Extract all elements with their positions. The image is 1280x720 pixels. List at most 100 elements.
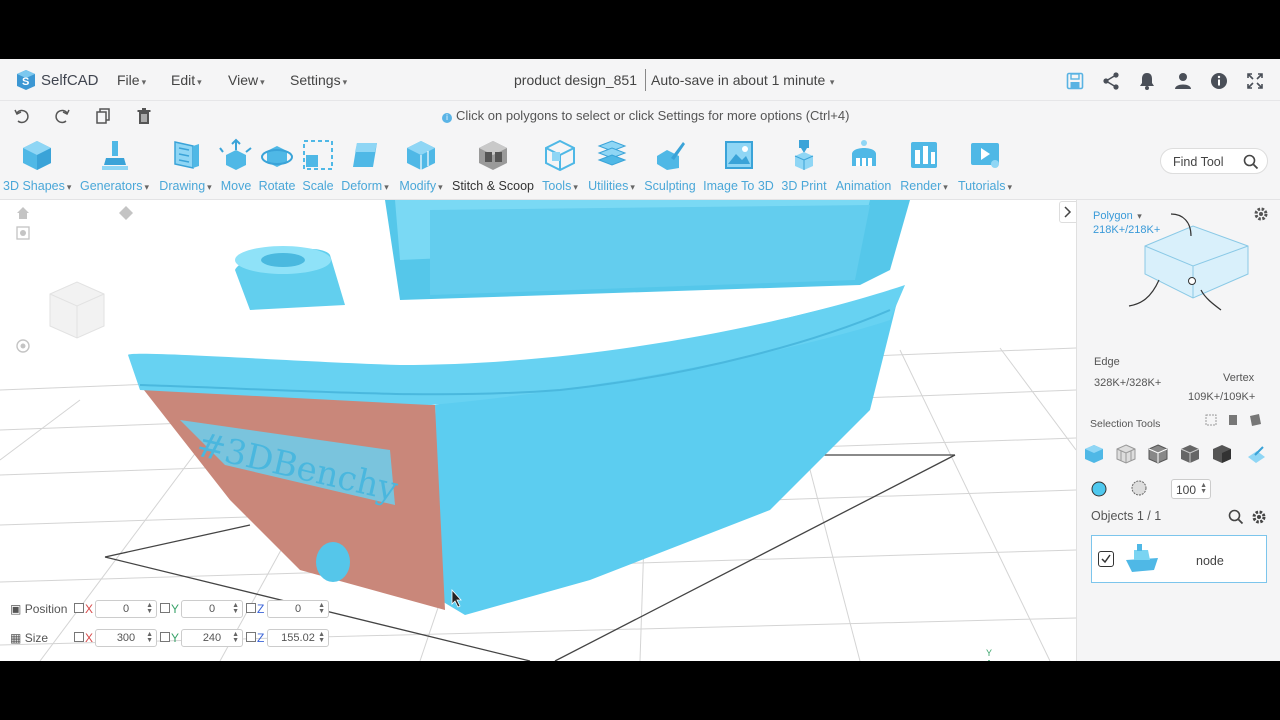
- select-edge-icon[interactable]: [1147, 443, 1169, 465]
- render-icon: [911, 142, 937, 168]
- menu-file[interactable]: File ▾: [117, 72, 146, 88]
- title-divider: [645, 69, 646, 91]
- scene-canvas[interactable]: #3DBenchy Y Z X: [0, 200, 1076, 661]
- size-x-axis: X: [85, 631, 94, 645]
- chevron-right-icon: [1064, 206, 1072, 218]
- position-y-input[interactable]: 0 ▲ ▼: [181, 600, 243, 618]
- size-y-input[interactable]: 240 ▲ ▼: [181, 629, 243, 647]
- copy-icon[interactable]: [94, 107, 112, 125]
- tool-deform[interactable]: Deform ▾: [338, 138, 392, 198]
- vertex-label: Vertex: [1223, 372, 1255, 384]
- select-vertex-icon[interactable]: [1179, 443, 1201, 465]
- brush-pattern-icon[interactable]: [1130, 479, 1148, 497]
- help-info-icon[interactable]: [1209, 71, 1229, 91]
- redo-icon[interactable]: [53, 107, 71, 125]
- menu-edit[interactable]: Edit ▾: [171, 72, 202, 88]
- position-z-lock[interactable]: [246, 603, 256, 613]
- hint-bar: i Click on polygons to select or click Se…: [0, 101, 1280, 132]
- svg-text:S: S: [22, 76, 29, 88]
- deform-icon: [353, 143, 377, 167]
- move-arrows-icon: [219, 138, 252, 170]
- find-tool-search[interactable]: Find Tool: [1160, 148, 1268, 174]
- menubar: S SelfCAD File ▾ Edit ▾ View ▾ Settings ▾ pr…: [0, 59, 1280, 101]
- tool-3d-shapes[interactable]: 3D Shapes ▾: [3, 138, 71, 198]
- camera-snapshot-icon[interactable]: [15, 225, 31, 241]
- edge-label: Edge: [1094, 356, 1120, 368]
- tool-3d-print[interactable]: 3D Print: [779, 138, 829, 198]
- user-profile-icon[interactable]: [1173, 71, 1193, 91]
- position-x-lock[interactable]: [74, 603, 84, 613]
- tool-render[interactable]: Render ▾: [898, 138, 950, 198]
- autosave-status[interactable]: Auto-save in about 1 minute ▾: [651, 72, 834, 88]
- size-y-axis: Y: [171, 631, 180, 645]
- position-x-axis: X: [85, 602, 94, 616]
- benchy-model[interactable]: #3DBenchy: [128, 200, 910, 615]
- tool-move[interactable]: Move: [219, 138, 253, 198]
- size-row: ▦ Size X 300 ▲ ▼ Y 240 ▲ ▼ Z 155.02 ▲ ▼: [10, 629, 340, 647]
- perspective-toggle-icon[interactable]: [118, 205, 134, 221]
- selfcad-app: S SelfCAD File ▾ Edit ▾ View ▾ Settings ▾ pr…: [0, 59, 1280, 661]
- share-icon[interactable]: [1101, 71, 1121, 91]
- tool-sculpting[interactable]: Sculpting: [643, 138, 697, 198]
- undo-icon[interactable]: [13, 107, 31, 125]
- tool-scale[interactable]: Scale: [301, 138, 335, 198]
- selection-tools-label: Selection Tools: [1090, 418, 1161, 430]
- hint-text: i Click on polygons to select or click Se…: [442, 108, 849, 123]
- fullscreen-icon[interactable]: [1245, 71, 1265, 91]
- select-paint-icon[interactable]: [1245, 443, 1267, 465]
- tool-tutorials[interactable]: Tutorials ▾: [955, 138, 1015, 198]
- position-label: ▣ Position: [10, 602, 68, 616]
- image-to-3d-icon: [724, 141, 753, 169]
- selfcad-logo-icon: S: [17, 70, 35, 90]
- delete-trash-icon[interactable]: [135, 107, 153, 125]
- save-icon[interactable]: [1065, 71, 1085, 91]
- selection-mode-diagram[interactable]: [1121, 208, 1271, 328]
- animation-icon: [851, 140, 876, 166]
- drawing-sketch-icon: [173, 141, 199, 169]
- position-icon: ▣: [10, 602, 22, 616]
- tool-drawing[interactable]: Drawing ▾: [157, 138, 214, 198]
- panel-collapse-toggle[interactable]: [1059, 201, 1076, 223]
- size-z-lock[interactable]: [246, 632, 256, 642]
- objects-settings-gear-icon[interactable]: [1251, 509, 1267, 525]
- position-y-axis: Y: [171, 602, 180, 616]
- tool-tools[interactable]: Tools ▾: [540, 138, 580, 198]
- document-title[interactable]: product design_851: [514, 72, 637, 88]
- position-row: ▣ Position X 0 ▲ ▼ Y 0 ▲ ▼ Z 0 ▲ ▼: [10, 600, 340, 618]
- 3d-printer-icon: [794, 140, 814, 170]
- scale-icon: [303, 140, 333, 170]
- tool-utilities[interactable]: Utilities ▾: [585, 138, 638, 198]
- size-y-lock[interactable]: [160, 632, 170, 642]
- menu-settings[interactable]: Settings ▾: [290, 72, 347, 88]
- view-cube[interactable]: [42, 276, 112, 346]
- tool-stitch-scoop[interactable]: Stitch & Scoop: [450, 138, 536, 198]
- position-z-input[interactable]: 0 ▲ ▼: [267, 600, 329, 618]
- object-visibility-checkbox[interactable]: [1098, 551, 1114, 567]
- tool-animation[interactable]: Animation: [833, 138, 894, 198]
- orbit-navigation-icon[interactable]: [15, 338, 31, 354]
- select-object-icon[interactable]: [1083, 443, 1105, 465]
- notification-bell-icon[interactable]: [1137, 71, 1157, 91]
- size-x-lock[interactable]: [74, 632, 84, 642]
- select-polygon-icon[interactable]: [1115, 443, 1137, 465]
- selection-submode-icons[interactable]: [1204, 413, 1270, 427]
- tool-image-to-3d[interactable]: Image To 3D: [702, 138, 775, 198]
- tool-rotate[interactable]: Rotate: [257, 138, 297, 198]
- tool-modify[interactable]: Modify ▾: [396, 138, 446, 198]
- objects-search-icon[interactable]: [1228, 509, 1244, 525]
- position-y-lock[interactable]: [160, 603, 170, 613]
- size-x-input[interactable]: 300 ▲ ▼: [95, 629, 157, 647]
- object-list-item[interactable]: node: [1091, 535, 1267, 583]
- brush-size-stepper[interactable]: 100 ▲ ▼: [1171, 479, 1211, 499]
- size-z-input[interactable]: 155.02 ▲ ▼: [267, 629, 329, 647]
- size-z-axis: Z: [257, 631, 265, 645]
- app-name: SelfCAD: [41, 72, 99, 89]
- 3d-viewport[interactable]: #3DBenchy Y Z X: [0, 200, 1076, 661]
- position-x-input[interactable]: 0 ▲ ▼: [95, 600, 157, 618]
- menu-view[interactable]: View ▾: [228, 72, 265, 88]
- tool-generators[interactable]: Generators ▾: [78, 138, 151, 198]
- brush-color-icon[interactable]: [1090, 480, 1108, 498]
- home-view-icon[interactable]: [15, 205, 31, 221]
- select-face-icon[interactable]: [1211, 443, 1233, 465]
- vertex-count: 109K+/109K+: [1188, 391, 1256, 403]
